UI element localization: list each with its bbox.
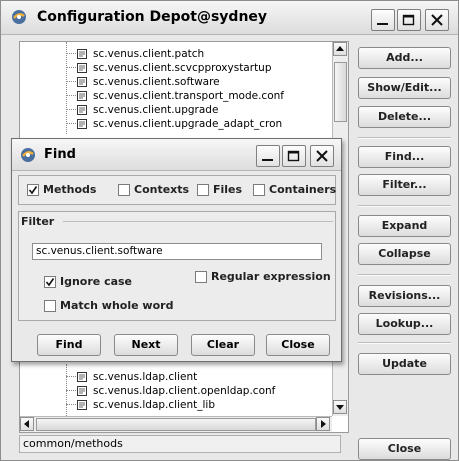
tree-connector [66, 47, 76, 54]
maximize-button[interactable] [397, 9, 421, 31]
arrow-left-icon [24, 420, 29, 428]
tree-connector [66, 398, 76, 405]
tree-connector [66, 370, 76, 377]
tree-connector [66, 103, 76, 110]
tree-connector [66, 75, 76, 82]
maximize-icon [287, 150, 300, 162]
find-dialog: Find Methods Contexts Files Containers F… [11, 138, 342, 362]
filter-group-label: Filter [21, 215, 55, 228]
scroll-left-button[interactable] [20, 417, 34, 431]
tree-connector [66, 384, 76, 391]
methods-label: Methods [43, 183, 97, 196]
contexts-label: Contexts [134, 183, 190, 196]
file-icon [77, 119, 87, 129]
dialog-close-button[interactable]: Close [266, 334, 330, 356]
expand-button[interactable]: Expand [358, 215, 451, 237]
separator [358, 205, 451, 207]
app-icon [21, 148, 35, 162]
close-icon [316, 150, 328, 162]
separator [358, 342, 451, 344]
minimize-button[interactable] [371, 9, 395, 31]
ignore-case-checkbox[interactable] [44, 276, 56, 288]
separator [63, 221, 333, 222]
tree-connector [66, 117, 76, 124]
show-edit-button[interactable]: Show/Edit... [358, 77, 451, 99]
title-bar[interactable]: Configuration Depot@sydney [1, 1, 458, 35]
file-icon [77, 77, 87, 87]
dialog-minimize-button[interactable] [256, 145, 280, 167]
file-icon [77, 386, 87, 396]
dialog-close-icon-button[interactable] [310, 145, 334, 167]
arrow-right-icon [321, 420, 326, 428]
scroll-down-button[interactable] [333, 400, 347, 414]
regular-expression-label: Regular expression [211, 270, 331, 283]
dialog-find-button[interactable]: Find [37, 334, 101, 356]
file-icon [77, 63, 87, 73]
find-button[interactable]: Find... [358, 146, 451, 168]
find-dialog-title: Find [44, 147, 76, 162]
minimize-icon [262, 159, 273, 161]
files-checkbox[interactable] [197, 184, 209, 196]
horizontal-scrollbar[interactable] [20, 416, 332, 432]
tree-item-label: sc.venus.ldap.client_lib [93, 399, 215, 411]
update-button[interactable]: Update [358, 353, 451, 375]
vertical-scroll-thumb[interactable] [334, 62, 347, 122]
tree-connector [66, 61, 76, 68]
tree-item-label: sc.venus.client.scvcpproxystartup [93, 62, 272, 74]
regular-expression-checkbox[interactable] [195, 271, 207, 283]
ignore-case-label: Ignore case [60, 275, 133, 288]
dialog-clear-button[interactable]: Clear [191, 334, 255, 356]
arrow-up-icon [336, 46, 344, 51]
maximize-icon [402, 14, 415, 26]
delete-button[interactable]: Delete... [358, 106, 451, 128]
tree-item-label: sc.venus.client.transport_mode.conf [93, 90, 284, 102]
close-icon [431, 14, 443, 26]
tree-item-label: sc.venus.client.upgrade [93, 104, 219, 116]
match-whole-word-checkbox[interactable] [44, 300, 56, 312]
tree-item-label: sc.venus.client.patch [93, 48, 205, 60]
files-label: Files [213, 183, 243, 196]
containers-label: Containers [269, 183, 337, 196]
lookup-button[interactable]: Lookup... [358, 313, 451, 335]
file-icon [77, 400, 87, 410]
minimize-icon [377, 23, 388, 25]
methods-checkbox[interactable] [27, 184, 39, 196]
filter-button[interactable]: Filter... [358, 174, 451, 196]
arrow-down-icon [336, 405, 344, 410]
scope-group: Methods Contexts Files Containers [18, 175, 336, 205]
separator [358, 137, 451, 139]
file-icon [77, 91, 87, 101]
contexts-checkbox[interactable] [118, 184, 130, 196]
dialog-maximize-button[interactable] [282, 145, 306, 167]
scroll-right-button[interactable] [316, 417, 330, 431]
separator [358, 274, 451, 276]
tree-item-label: sc.venus.ldap.client [93, 371, 198, 383]
containers-checkbox[interactable] [253, 184, 265, 196]
add-button[interactable]: Add... [358, 47, 451, 69]
file-icon [77, 105, 87, 115]
find-dialog-title-bar[interactable]: Find [12, 139, 341, 171]
window-title: Configuration Depot@sydney [37, 9, 268, 25]
app-icon [12, 10, 26, 24]
collapse-button[interactable]: Collapse [358, 243, 451, 265]
filter-input[interactable]: sc.venus.client.software [32, 243, 322, 260]
tree-item-label: sc.venus.client.software [93, 76, 220, 88]
tree-connector [66, 89, 76, 96]
revisions-button[interactable]: Revisions... [358, 285, 451, 307]
status-path-field: common/methods [19, 435, 341, 453]
dialog-next-button[interactable]: Next [114, 334, 178, 356]
close-window-button[interactable] [425, 9, 449, 31]
close-button[interactable]: Close [358, 438, 451, 460]
match-whole-word-label: Match whole word [60, 299, 174, 312]
tree-item-label: sc.venus.ldap.client.openldap.conf [93, 385, 276, 397]
scroll-up-button[interactable] [333, 42, 347, 56]
tree-item-label: sc.venus.client.upgrade_adapt_cron [93, 118, 283, 130]
configuration-depot-window: Configuration Depot@sydney sc.venus.clie… [0, 0, 459, 461]
check-icon [45, 278, 55, 287]
file-icon [77, 372, 87, 382]
file-icon [77, 49, 87, 59]
horizontal-scroll-thumb[interactable] [36, 418, 316, 431]
check-icon [28, 186, 38, 195]
